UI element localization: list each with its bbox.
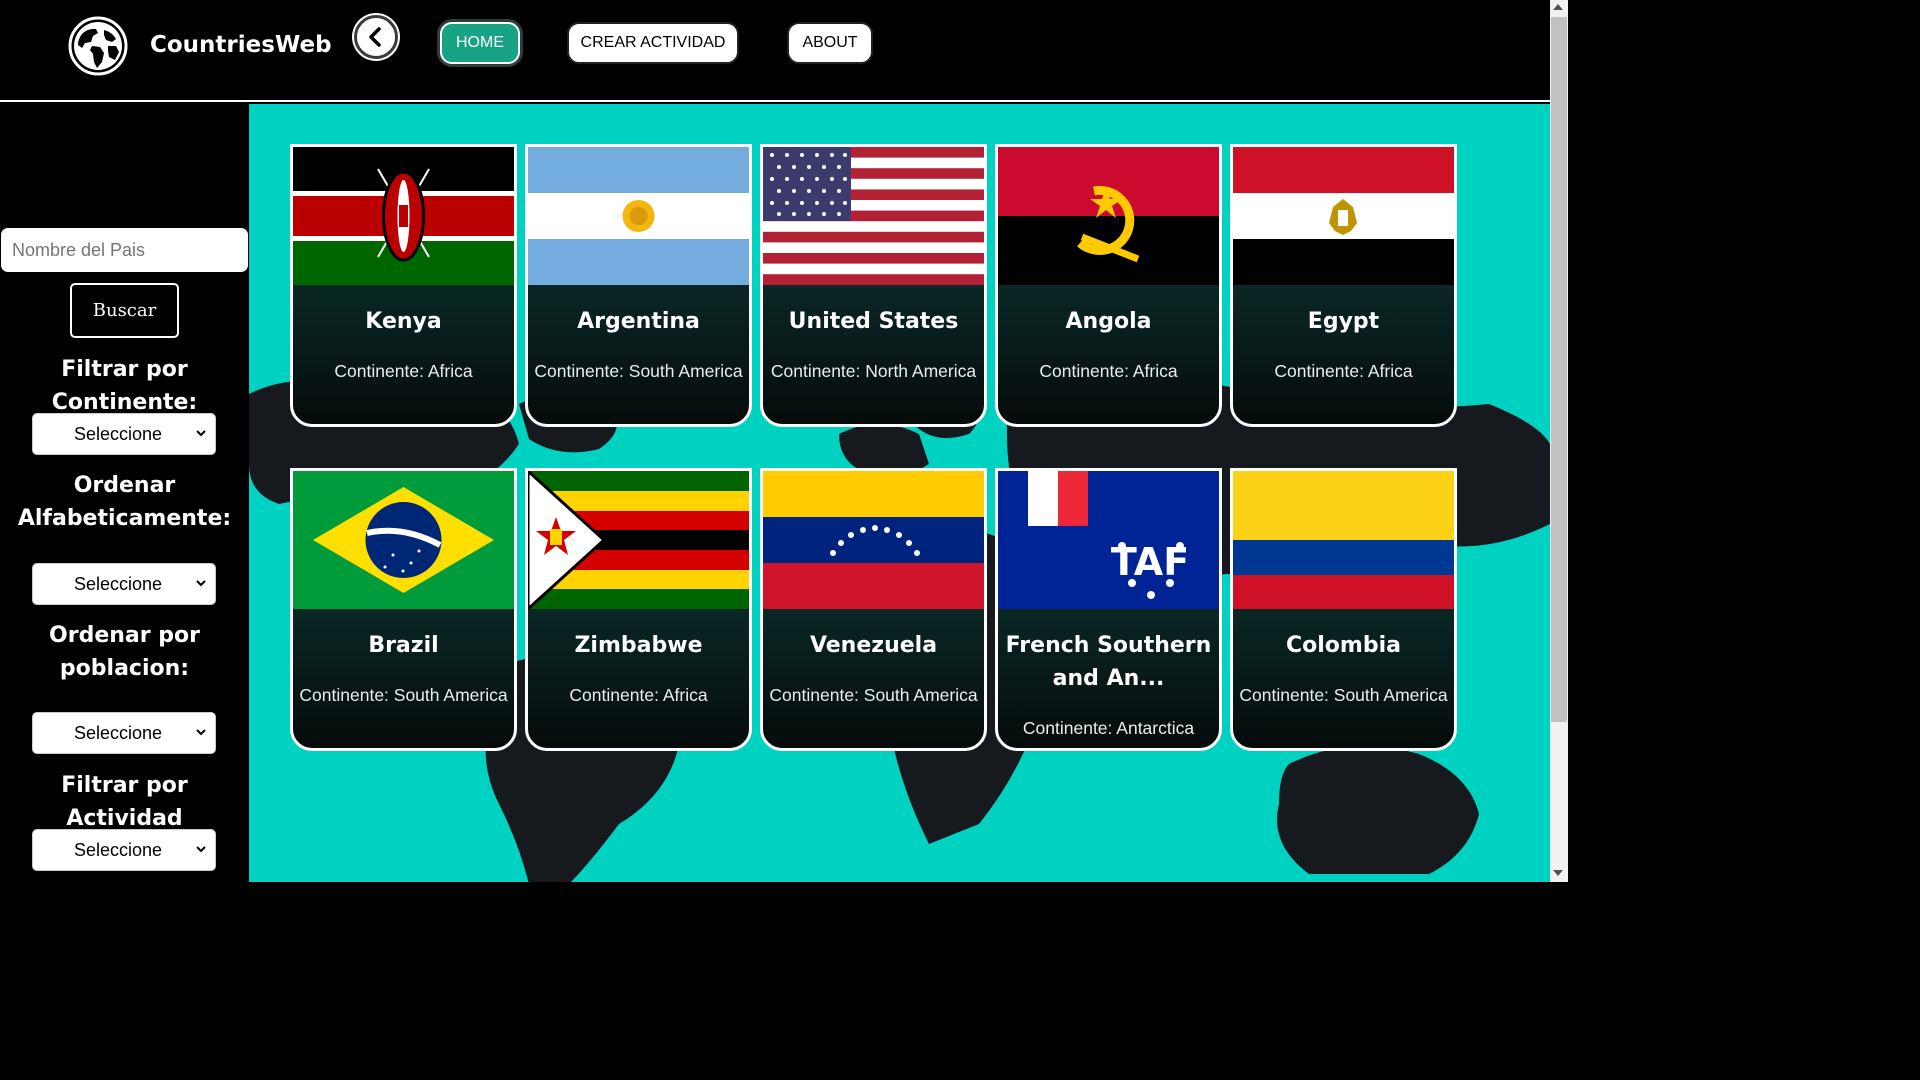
flag-venezuela-icon [763, 471, 984, 609]
flag-french-southern-icon: TAF [998, 471, 1219, 609]
country-name: French Southern and An... [1005, 633, 1212, 691]
country-name: Brazil [368, 633, 439, 658]
flag-colombia-icon [1233, 471, 1454, 609]
country-card[interactable]: TAF French Southern and An... Continente… [995, 468, 1222, 751]
activity-select[interactable]: Seleccione [32, 829, 216, 871]
sort-alpha-select-value: Seleccione [74, 573, 162, 594]
country-continent: Continente: South America [769, 685, 978, 705]
back-button[interactable] [354, 15, 398, 59]
country-name: Angola [1065, 309, 1152, 334]
flag-brazil-icon [293, 471, 514, 609]
country-name: Kenya [365, 309, 442, 334]
country-card[interactable]: Egypt Continente: Africa [1230, 144, 1457, 427]
country-card[interactable]: Argentina Continente: South America [525, 144, 752, 427]
chevron-down-icon [196, 580, 206, 587]
country-card[interactable]: Kenya Continente: Africa [290, 144, 517, 427]
continent-select[interactable]: Seleccione [32, 413, 216, 455]
country-continent: Continente: North America [770, 361, 977, 381]
sort-alpha-select[interactable]: Seleccione [32, 563, 216, 605]
country-continent: Continente: South America [1239, 685, 1448, 705]
country-name: Egypt [1307, 309, 1380, 334]
filter-continent-label: Filtrar por Continente: [51, 357, 198, 415]
country-card[interactable]: Venezuela Continente: South America [760, 468, 987, 751]
country-continent: Continente: Africa [334, 361, 473, 381]
flag-egypt-icon [1233, 147, 1454, 285]
globe-logo-icon[interactable] [68, 16, 128, 76]
flag-kenya-icon [293, 147, 514, 285]
country-name: Zimbabwe [574, 633, 703, 658]
country-continent: Continente: South America [299, 685, 508, 705]
country-card[interactable]: Colombia Continente: South America [1230, 468, 1457, 751]
scrollbar-thumb[interactable] [1551, 17, 1567, 722]
country-search-input[interactable] [1, 228, 248, 272]
country-card[interactable]: Brazil Continente: South America [290, 468, 517, 751]
country-continent: Continente: Africa [1039, 361, 1178, 381]
flag-zimbabwe-icon [528, 471, 749, 609]
filters-sidebar: Buscar Filtrar por Continente: Seleccion… [0, 104, 249, 882]
country-name: Colombia [1286, 633, 1401, 658]
chevron-left-icon [369, 27, 381, 47]
chevron-down-icon [196, 729, 206, 736]
sort-alpha-label: Ordenar Alfabeticamente: [17, 473, 232, 531]
nav-about-button[interactable]: ABOUT [787, 22, 873, 64]
flag-united-states-icon [763, 147, 984, 285]
filter-activity-label: Filtrar por Actividad [61, 773, 188, 831]
country-continent: Continente: Africa [569, 685, 708, 705]
country-card[interactable]: Zimbabwe Continente: Africa [525, 468, 752, 751]
chevron-down-icon [196, 846, 206, 853]
country-continent: Continente: South America [534, 361, 743, 381]
country-name: Argentina [577, 309, 700, 334]
top-navbar: CountriesWeb HOME CREAR ACTIVIDAD ABOUT [0, 0, 1550, 102]
scroll-down-arrow-icon[interactable] [1553, 870, 1563, 876]
nav-home-button[interactable]: HOME [440, 22, 520, 64]
sort-population-select-value: Seleccione [74, 722, 162, 743]
flag-argentina-icon [528, 147, 749, 285]
country-card[interactable]: United States Continente: North America [760, 144, 987, 427]
nav-crear-actividad-button[interactable]: CREAR ACTIVIDAD [567, 22, 739, 64]
sort-population-label: Ordenar por poblacion: [49, 623, 200, 681]
brand-title: CountriesWeb [150, 32, 332, 58]
flag-angola-icon [998, 147, 1219, 285]
search-button[interactable]: Buscar [70, 283, 179, 338]
country-name: Venezuela [809, 633, 938, 658]
country-continent: Continente: Antarctica [1022, 718, 1195, 738]
continent-select-value: Seleccione [74, 423, 162, 444]
scroll-up-arrow-icon[interactable] [1553, 4, 1563, 10]
activity-select-value: Seleccione [74, 839, 162, 860]
country-name: United States [788, 309, 959, 334]
country-card[interactable]: Angola Continente: Africa [995, 144, 1222, 427]
country-continent: Continente: Africa [1274, 361, 1413, 381]
sort-population-select[interactable]: Seleccione [32, 712, 216, 754]
chevron-down-icon [196, 430, 206, 437]
countries-grid-area: Kenya Continente: Africa Argentina Conti… [249, 104, 1550, 882]
